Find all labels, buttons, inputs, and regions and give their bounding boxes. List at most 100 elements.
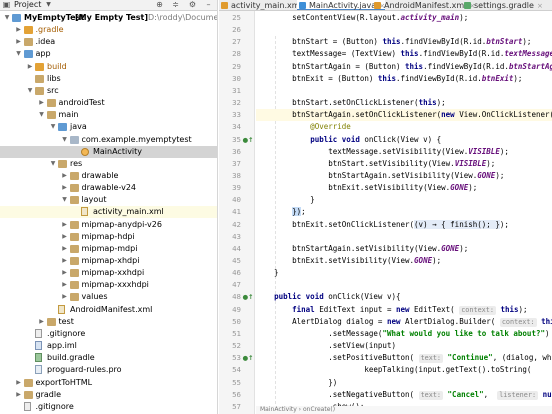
tree-item[interactable]: ▶ exportToHTML bbox=[0, 377, 217, 389]
code-token: textMessage bbox=[504, 49, 552, 59]
tree-item[interactable]: ▶ mipmap-xhdpi bbox=[0, 255, 217, 267]
tree-item[interactable]: ▶ mipmap-xxhdpi bbox=[0, 267, 217, 279]
tree-item[interactable]: activity_main.xml bbox=[0, 206, 217, 219]
globe-icon[interactable]: ⊕ bbox=[155, 1, 164, 9]
tree-item[interactable]: AndroidManifest.xml bbox=[0, 304, 217, 316]
code-token: ); bbox=[518, 304, 528, 314]
tree-item[interactable]: app.iml bbox=[0, 340, 217, 352]
editor-tab[interactable]: settings.gradle × bbox=[462, 0, 543, 10]
code-token: "Continue" bbox=[447, 353, 493, 363]
line-number: 50 bbox=[232, 316, 241, 326]
code-token: VISIBLE bbox=[468, 146, 500, 156]
tree-item[interactable]: ▶ build bbox=[0, 61, 217, 73]
tree-item[interactable]: ▶ mipmap-mdpi bbox=[0, 243, 217, 255]
tree-item[interactable]: ▶ test bbox=[0, 316, 217, 328]
collapsed-arrow-icon[interactable]: ▶ bbox=[26, 61, 34, 73]
tree-item-label: .gitignore bbox=[35, 401, 74, 411]
expanded-arrow-icon[interactable]: ▼ bbox=[38, 109, 46, 121]
parameter-hint: listener: bbox=[497, 390, 539, 400]
expanded-arrow-icon[interactable]: ▼ bbox=[49, 158, 57, 170]
collapsed-arrow-icon[interactable]: ▶ bbox=[61, 255, 69, 267]
expanded-arrow-icon[interactable]: ▼ bbox=[26, 85, 34, 97]
collapsed-arrow-icon[interactable]: ▶ bbox=[61, 279, 69, 291]
override-marker-icon[interactable]: ●↑ bbox=[242, 134, 254, 146]
collapsed-arrow-icon[interactable]: ▶ bbox=[15, 36, 23, 48]
collapsed-arrow-icon[interactable]: ▶ bbox=[15, 24, 23, 36]
code-token: btnStartAgain.setVisibility(View. bbox=[256, 170, 478, 180]
editor-breadcrumb[interactable]: MainActivity › onCreate() bbox=[256, 406, 552, 414]
tree-item[interactable]: ▶ drawable bbox=[0, 170, 217, 182]
tree-item[interactable]: ▶ mipmap-hdpi bbox=[0, 231, 217, 243]
code-token: this bbox=[382, 37, 401, 47]
gear-icon[interactable]: ⚙ bbox=[188, 1, 197, 9]
code-token: btnExit.setOnClickListener( bbox=[256, 219, 415, 229]
collapsed-arrow-icon[interactable]: ▶ bbox=[61, 291, 69, 303]
parameter-hint: text: bbox=[418, 390, 444, 400]
close-tab-icon[interactable]: × bbox=[537, 2, 543, 10]
code-token: public void bbox=[274, 292, 324, 302]
code-token: .findViewById(R.id. bbox=[400, 37, 487, 47]
code-token: this bbox=[405, 61, 424, 71]
chevron-down-icon[interactable]: ▼ bbox=[44, 1, 53, 9]
expanded-arrow-icon[interactable]: ▼ bbox=[3, 12, 11, 24]
collapsed-arrow-icon[interactable]: ▶ bbox=[38, 97, 46, 109]
tree-item[interactable]: ▼ MyEmptyTest [My Empty Test] D:\roddy\Docu… bbox=[0, 12, 217, 24]
tree-item[interactable]: ▼ main bbox=[0, 109, 217, 121]
tree-item[interactable]: ▶ .gradle bbox=[0, 24, 217, 36]
tree-item[interactable]: ▶ values bbox=[0, 291, 217, 303]
expanded-arrow-icon[interactable]: ▼ bbox=[61, 194, 69, 206]
collapse-all-icon[interactable]: ≑ bbox=[171, 1, 180, 9]
tree-item[interactable]: ▼ res bbox=[0, 158, 217, 170]
collapsed-arrow-icon[interactable]: ▶ bbox=[61, 267, 69, 279]
excluded-folder-icon bbox=[35, 62, 44, 71]
tree-item[interactable]: MainActivity bbox=[0, 145, 217, 158]
code-token: btnStart = (Button) bbox=[256, 37, 383, 47]
code-token: ); bbox=[522, 37, 532, 47]
collapsed-arrow-icon[interactable]: ▶ bbox=[61, 243, 69, 255]
tree-item[interactable]: build.gradle bbox=[0, 352, 217, 364]
collapsed-arrow-icon[interactable]: ▶ bbox=[15, 389, 23, 401]
tree-item[interactable]: ▼ layout bbox=[0, 194, 217, 206]
tree-item[interactable]: ▼ java bbox=[0, 121, 217, 133]
project-view-selector[interactable]: Project bbox=[14, 0, 41, 10]
tree-item[interactable]: ▶ gradle bbox=[0, 389, 217, 401]
folder-icon bbox=[23, 38, 33, 47]
code-token: onClick(View v) { bbox=[359, 134, 442, 144]
override-marker-icon[interactable]: ●↑ bbox=[242, 352, 254, 364]
tree-item[interactable]: ▶ .idea bbox=[0, 36, 217, 48]
code-token: .setNegativeButton( bbox=[256, 389, 419, 399]
tree-item[interactable]: .gitignore bbox=[0, 328, 217, 340]
resource-folder-icon bbox=[58, 159, 67, 168]
tree-item[interactable]: ▼ com.example.myemptytest bbox=[0, 134, 217, 146]
code-area[interactable]: setContentView(R.layout.activity_main); … bbox=[256, 11, 552, 414]
line-number: 41 bbox=[232, 207, 241, 217]
tree-item[interactable]: ▶ androidTest bbox=[0, 97, 217, 109]
collapsed-arrow-icon[interactable]: ▶ bbox=[61, 231, 69, 243]
code-token: keepTalking(input.getText().toString( bbox=[256, 365, 532, 375]
line-number: 52 bbox=[232, 341, 241, 351]
editor-tab[interactable]: AndroidManifest.xml × bbox=[372, 0, 475, 10]
gitignore-file-icon bbox=[23, 401, 31, 411]
tree-item[interactable]: ▶ mipmap-anydpi-v26 bbox=[0, 219, 217, 231]
tree-item[interactable]: proguard-rules.pro bbox=[0, 364, 217, 376]
code-token: .setPositiveButton( bbox=[256, 353, 419, 363]
collapsed-arrow-icon[interactable]: ▶ bbox=[61, 182, 69, 194]
hide-icon[interactable]: – bbox=[204, 1, 213, 9]
collapsed-arrow-icon[interactable]: ▶ bbox=[61, 170, 69, 182]
tree-item-label: .gitignore bbox=[47, 328, 86, 338]
tree-item[interactable]: ▼ app bbox=[0, 48, 217, 60]
override-marker-icon[interactable]: ●↑ bbox=[242, 291, 254, 303]
code-editor: activity_main.xml×MainActivity.java×Andr… bbox=[219, 0, 552, 414]
expanded-arrow-icon[interactable]: ▼ bbox=[15, 48, 23, 60]
tree-item[interactable]: libs bbox=[0, 73, 217, 85]
collapsed-arrow-icon[interactable]: ▶ bbox=[38, 316, 46, 328]
tree-item[interactable]: ▶ drawable-v24 bbox=[0, 182, 217, 194]
tree-item[interactable]: .gitignore bbox=[0, 401, 217, 413]
collapsed-arrow-icon[interactable]: ▶ bbox=[61, 219, 69, 231]
expanded-arrow-icon[interactable]: ▼ bbox=[49, 121, 57, 133]
tree-item[interactable]: ▶ mipmap-xxxhdpi bbox=[0, 279, 217, 291]
expanded-arrow-icon[interactable]: ▼ bbox=[61, 134, 69, 146]
tree-item[interactable]: ▼ src bbox=[0, 85, 217, 97]
collapsed-arrow-icon[interactable]: ▶ bbox=[15, 377, 23, 389]
